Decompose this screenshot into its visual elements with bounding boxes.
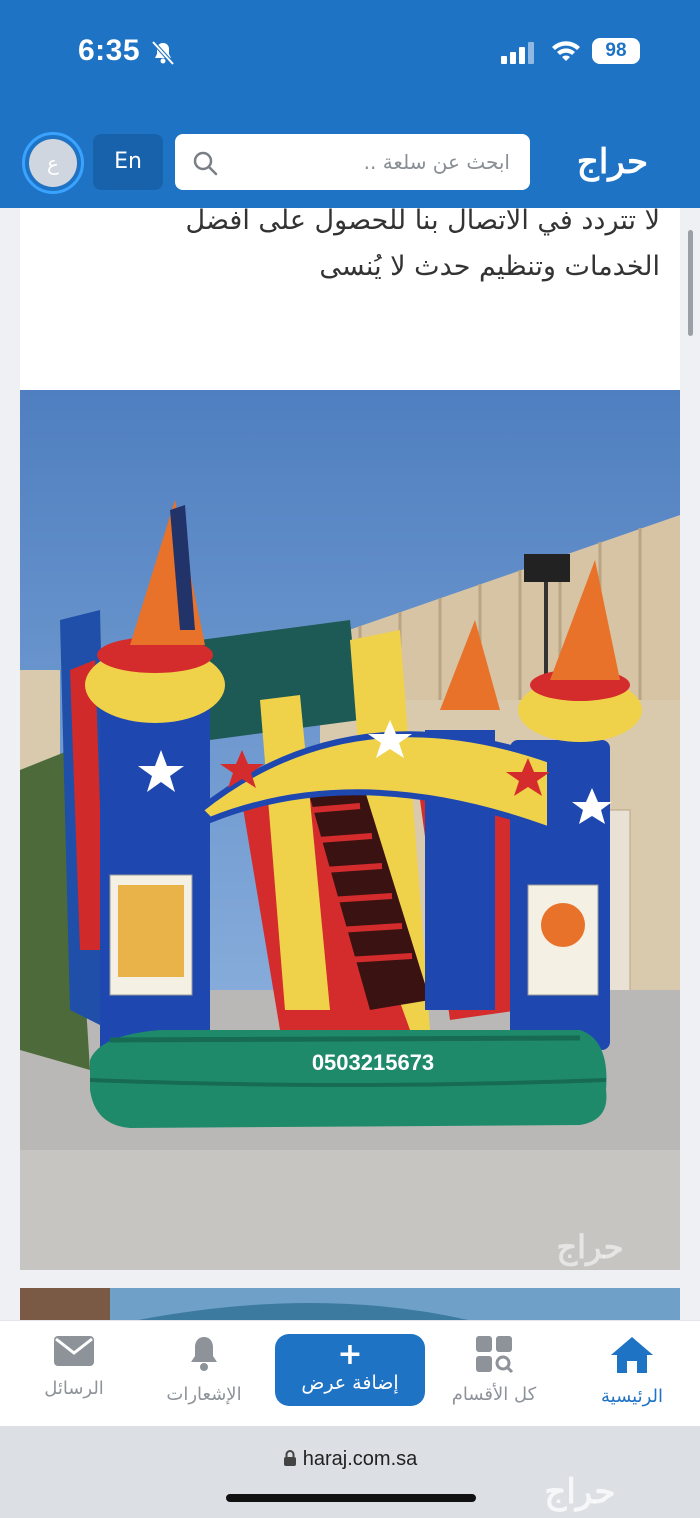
nav-notifications-label: الإشعارات (166, 1384, 242, 1405)
nav-all-categories[interactable]: كل الأقسام (434, 1335, 554, 1405)
add-offer-label: إضافة عرض (301, 1372, 399, 1394)
nav-notifications[interactable]: الإشعارات (144, 1335, 264, 1405)
haraj-logo[interactable]: حراج (550, 140, 675, 184)
plus-icon: + (337, 1337, 363, 1372)
url-field[interactable]: haraj.com.sa (0, 1448, 700, 1471)
language-button[interactable]: En (93, 134, 163, 190)
scrollbar-thumb[interactable] (688, 230, 693, 336)
battery-indicator: 98 (592, 38, 640, 64)
nav-home[interactable]: الرئيسية (572, 1335, 692, 1407)
url-text: haraj.com.sa (302, 1448, 418, 1470)
lock-icon (283, 1450, 296, 1466)
nav-all-categories-label: كل الأقسام (451, 1384, 537, 1405)
browser-address-bar: haraj.com.sa حراج (0, 1426, 700, 1518)
post-content: لا تتردد في الاتصال بنا للحصول على أفضل … (0, 208, 700, 1320)
nav-messages-label: الرسائل (44, 1378, 104, 1399)
post-description: لا تتردد في الاتصال بنا للحصول على أفضل … (40, 208, 660, 290)
next-image-preview (20, 1288, 680, 1320)
add-offer-button[interactable]: + إضافة عرض (275, 1334, 425, 1406)
bell-icon (191, 1337, 217, 1371)
status-bar: 6:35 98 (0, 0, 700, 102)
categories-grid-icon (476, 1336, 514, 1374)
nav-messages[interactable]: الرسائل (14, 1335, 134, 1399)
home-indicator[interactable] (226, 1494, 476, 1502)
search-placeholder: ابحث عن سلعة .. (363, 150, 510, 174)
nav-home-label: الرئيسية (601, 1386, 663, 1407)
image-watermark: حراج (556, 1228, 624, 1266)
next-post-image[interactable] (20, 1288, 680, 1320)
cellular-signal-icon (501, 42, 534, 64)
status-time: 6:35 (78, 34, 141, 67)
app-header: ع En ابحث عن سلعة .. حراج (0, 102, 700, 208)
post-description-card: لا تتردد في الاتصال بنا للحصول على أفضل … (20, 208, 680, 390)
screen-watermark: حراج (544, 1472, 616, 1512)
post-image[interactable]: 0503215673 حراج (20, 390, 680, 1270)
avatar-letter: ع (29, 139, 77, 187)
description-line: الخدمات وتنظيم حدث لا يُنسى (319, 251, 660, 282)
image-phone-number: 0503215673 (311, 1050, 435, 1075)
envelope-icon (54, 1336, 94, 1366)
avatar[interactable]: ع (22, 132, 84, 194)
search-icon (193, 151, 218, 176)
inflatable-castle-slide-image (20, 390, 680, 1270)
silent-bell-icon (151, 40, 175, 66)
wifi-icon (552, 41, 580, 61)
bottom-navigation: الرسائل الإشعارات + إضافة عرض كل الأقسام… (0, 1320, 700, 1427)
home-icon (611, 1337, 653, 1373)
search-input[interactable]: ابحث عن سلعة .. (175, 134, 530, 190)
description-line: لا تتردد في الاتصال بنا للحصول على أفضل (185, 208, 660, 236)
